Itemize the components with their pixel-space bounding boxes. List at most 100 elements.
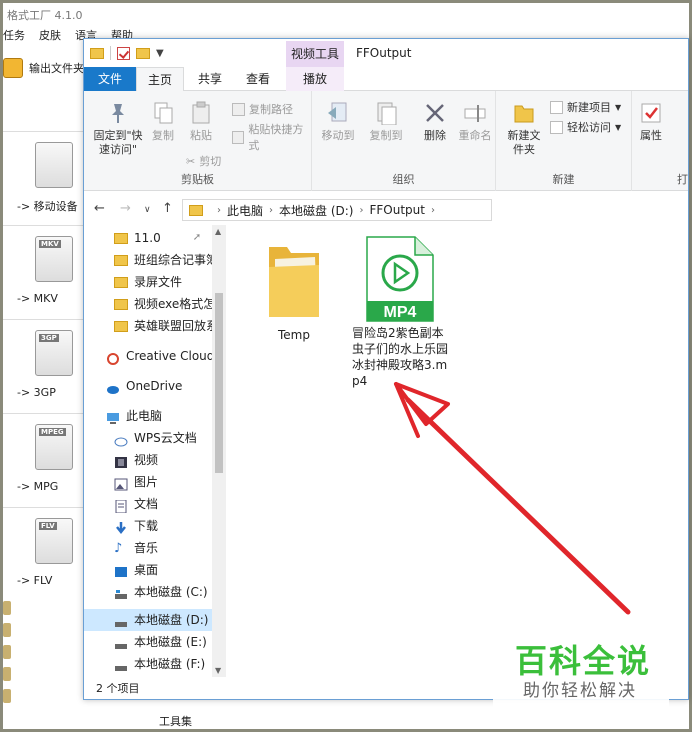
copy-button[interactable]: 复制: [148, 101, 178, 143]
nav-item-quick-3[interactable]: 视频exe格式怎: [114, 293, 215, 315]
format-label: -> FLV: [17, 574, 53, 587]
file-item-mp4[interactable]: MP4 冒险岛2紫色副本虫子们的水上乐园冰封神殿攻略3.mp4: [350, 235, 448, 389]
copy-to-button[interactable]: 复制到: [368, 101, 404, 143]
folder-icon: [114, 320, 128, 332]
nav-item-pictures[interactable]: 图片: [114, 471, 158, 493]
move-to-button[interactable]: 移动到: [320, 101, 356, 143]
file-item-folder[interactable]: Temp: [256, 241, 332, 343]
file-name: Temp: [278, 328, 310, 342]
nav-item-label: 下载: [134, 519, 159, 533]
video-folder-icon: [114, 454, 128, 468]
watermark-subtitle: 助你轻松解决: [523, 681, 637, 701]
format-item-flv[interactable]: FLV -> FLV: [3, 507, 87, 601]
video-tools-context-label: 视频工具: [286, 41, 344, 67]
nav-item-label: Creative Cloud: [126, 349, 215, 363]
nav-scrollbar[interactable]: ▲ ▼: [212, 225, 226, 677]
properties-button[interactable]: 属性: [636, 101, 666, 143]
nav-item-drive-f[interactable]: 本地磁盘 (F:): [114, 653, 205, 675]
folder-icon: [269, 247, 319, 317]
onedrive-cloud-icon: [106, 380, 120, 394]
customize-toolbar-chevron-icon[interactable]: ▼: [156, 48, 164, 59]
paste-button[interactable]: 粘贴: [186, 101, 216, 143]
format-item-mpg[interactable]: MPEG -> MPG: [3, 413, 87, 507]
nav-item-label: 班组综合记事簿: [134, 253, 219, 267]
toolbox-label[interactable]: 工具集: [159, 713, 192, 729]
title-bar: ▼ 视频工具 FFOutput: [84, 39, 688, 67]
paste-shortcut-button[interactable]: 粘贴快捷方式: [232, 121, 311, 153]
pictures-folder-icon: [114, 476, 128, 490]
nav-item-label: 英雄联盟回放系: [134, 319, 219, 333]
tab-file[interactable]: 文件: [84, 67, 136, 91]
nav-item-drive-e[interactable]: 本地磁盘 (E:): [114, 631, 207, 653]
format-item-mkv[interactable]: MKV -> MKV: [3, 225, 87, 319]
menu-task[interactable]: 任务: [3, 27, 25, 47]
nav-item-drive-d[interactable]: 本地磁盘 (D:): [114, 609, 208, 631]
new-folder-icon[interactable]: [136, 47, 150, 59]
nav-item-label: 本地磁盘 (D:): [134, 613, 209, 627]
scrollbar-thumb[interactable]: [215, 293, 223, 473]
breadcrumb-ffoutput[interactable]: FFOutput: [369, 203, 425, 217]
mobile-device-icon: [35, 142, 73, 188]
pin-quick-access-button[interactable]: 固定到"快速访问": [88, 101, 148, 157]
scissors-icon: ✂: [186, 154, 196, 168]
quick-access-toolbar: ▼: [90, 46, 164, 60]
scroll-down-chevron-icon[interactable]: ▼: [215, 666, 221, 675]
format-item-mobile[interactable]: -> 移动设备: [3, 131, 87, 225]
watermark: 百科全说 助你轻松解决: [493, 630, 669, 708]
copy-path-icon: [232, 102, 245, 116]
rename-label: 重命名: [458, 129, 492, 142]
nav-item-drive-c[interactable]: 本地磁盘 (C:): [114, 581, 208, 603]
back-arrow-icon[interactable]: ←: [94, 201, 105, 216]
format-label: -> 3GP: [17, 386, 56, 399]
folder-icon: [90, 47, 104, 59]
nav-item-quick-2[interactable]: 录屏文件: [114, 271, 182, 293]
ribbon: 固定到"快速访问" 复制 粘贴 复制路径 粘贴快捷方式 ✂ 剪切 剪贴板 移动到…: [84, 91, 688, 191]
scroll-up-chevron-icon[interactable]: ▲: [215, 227, 221, 236]
output-folder-icon: [3, 58, 23, 78]
file-name: 冒险岛2紫色副本虫子们的水上乐园冰封神殿攻略3.mp4: [352, 326, 449, 388]
nav-item-videos[interactable]: 视频: [114, 449, 158, 471]
new-item-button[interactable]: 新建项目 ▼: [550, 99, 621, 115]
nav-item-quick-1[interactable]: 班组综合记事簿: [114, 249, 218, 271]
nav-item-downloads[interactable]: 下载: [114, 515, 158, 537]
nav-item-desktop[interactable]: 桌面: [114, 559, 158, 581]
address-bar-row: ← → ∨ ↑ › 此电脑 › 本地磁盘 (D:) › FFOutput ›: [84, 197, 688, 223]
tab-share[interactable]: 共享: [188, 67, 232, 91]
output-folder-button[interactable]: 输出文件夹: [3, 53, 93, 83]
nav-item-quick-11[interactable]: 11.0 ➚: [114, 227, 201, 249]
nav-item-quick-4[interactable]: 英雄联盟回放系: [114, 315, 218, 337]
nav-item-label: 本地磁盘 (C:): [134, 585, 208, 599]
tab-view[interactable]: 查看: [236, 67, 280, 91]
computer-icon: [106, 410, 120, 424]
cut-button[interactable]: ✂ 剪切: [186, 153, 221, 169]
breadcrumb-drive-d[interactable]: 本地磁盘 (D:): [279, 202, 353, 219]
rename-button[interactable]: 重命名: [456, 101, 494, 143]
paste-label: 粘贴: [190, 129, 212, 142]
menu-skin[interactable]: 皮肤: [39, 27, 61, 47]
properties-check-icon[interactable]: [117, 46, 130, 60]
move-to-label: 移动到: [321, 129, 355, 142]
tab-play[interactable]: 播放: [286, 67, 344, 91]
folder-icon: [114, 232, 128, 244]
breadcrumb-this-pc[interactable]: 此电脑: [227, 202, 263, 219]
recent-locations-chevron-icon[interactable]: ∨: [144, 205, 151, 215]
tab-home[interactable]: 主页: [136, 67, 184, 92]
nav-item-music[interactable]: ♪ 音乐: [114, 537, 158, 559]
format-item-3gp[interactable]: 3GP -> 3GP: [3, 319, 87, 413]
nav-item-this-pc[interactable]: 此电脑: [106, 405, 162, 427]
copy-path-button[interactable]: 复制路径: [232, 101, 293, 117]
new-folder-icon: [512, 101, 536, 125]
delete-button[interactable]: 删除: [420, 101, 450, 143]
nav-item-label: 音乐: [134, 541, 159, 555]
nav-item-onedrive[interactable]: OneDrive: [106, 375, 182, 397]
nav-item-label: OneDrive: [126, 379, 183, 393]
nav-item-creative-cloud[interactable]: Creative Cloud: [106, 345, 214, 367]
delete-label: 删除: [424, 129, 446, 142]
easy-access-button[interactable]: 轻松访问 ▼: [550, 119, 621, 135]
address-box[interactable]: › 此电脑 › 本地磁盘 (D:) › FFOutput ›: [182, 199, 492, 221]
forward-arrow-icon[interactable]: →: [120, 201, 131, 216]
new-folder-button[interactable]: 新建文件夹: [504, 101, 544, 157]
nav-item-wps-cloud[interactable]: WPS云文档: [114, 427, 197, 449]
nav-item-documents[interactable]: 文档: [114, 493, 158, 515]
up-arrow-icon[interactable]: ↑: [162, 201, 173, 216]
